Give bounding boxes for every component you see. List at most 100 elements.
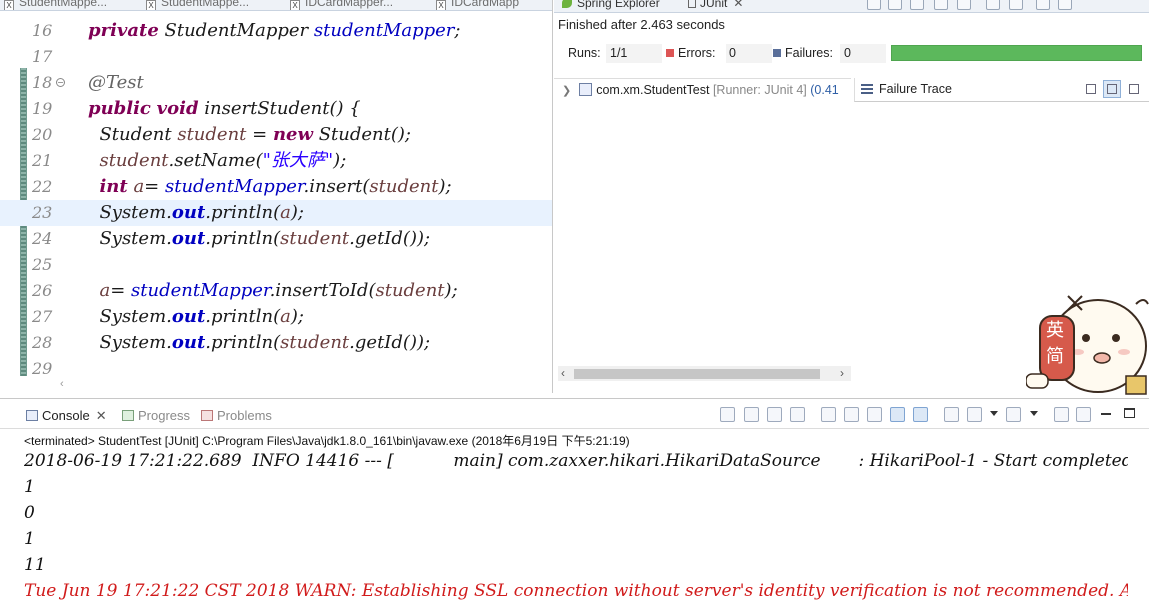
settings-icon[interactable]	[1076, 407, 1091, 422]
line-number: 28	[32, 333, 53, 352]
word-wrap-icon[interactable]	[867, 407, 882, 422]
console-output-line: 11	[24, 555, 46, 575]
code-line[interactable]: 23 System.out.println(a);	[0, 200, 552, 226]
code-token: =	[246, 124, 273, 145]
tab-junit[interactable]: JUnit ✕	[688, 0, 743, 10]
editor-tab-4[interactable]: X IDCardMapp	[436, 0, 519, 10]
test-tree[interactable]: ❯ com.xm.StudentTest [Runner: JUnit 4] (0…	[554, 78, 851, 368]
code-line[interactable]: 27 System.out.println(a);	[0, 304, 552, 330]
history-icon[interactable]	[1036, 0, 1050, 10]
tab-spring-explorer[interactable]: Spring Explorer	[562, 0, 660, 10]
show-on-stderr-icon[interactable]	[913, 407, 928, 422]
console-warning-line: Tue Jun 19 17:21:22 CST 2018 WARN: Estab…	[24, 581, 1133, 601]
editor-tab-2[interactable]: X StudentMappe...	[146, 0, 249, 10]
code-token: .getId());	[349, 228, 431, 249]
xml-file-icon: X	[436, 0, 446, 10]
failure-trace-label: Failure Trace	[879, 82, 952, 96]
code-token: );	[333, 150, 347, 171]
rerun-failed-icon[interactable]	[986, 0, 1000, 10]
junit-icon	[688, 0, 696, 8]
console-output-line: 1	[24, 529, 35, 549]
chevron-right-icon[interactable]: ❯	[562, 85, 571, 97]
close-icon[interactable]: ✕	[96, 408, 107, 423]
scroll-right-icon[interactable]: ›	[840, 366, 844, 380]
failures-only-icon[interactable]	[910, 0, 924, 10]
spring-leaf-icon	[562, 0, 572, 8]
remove-launch-icon[interactable]	[767, 407, 782, 422]
editor-horizontal-scrollbar[interactable]: ‹	[60, 378, 552, 392]
editor-tab-1[interactable]: X StudentMappe...	[4, 0, 107, 10]
code-line[interactable]: 21 student.setName("张大萨");	[0, 148, 552, 174]
stop-icon[interactable]	[1009, 0, 1023, 10]
scroll-lock-icon[interactable]	[934, 0, 948, 10]
console-view: Console ✕ Progress Problems <terminated> …	[0, 398, 1149, 602]
copy-icon[interactable]	[1054, 407, 1069, 422]
compare-result-icon[interactable]	[1082, 80, 1100, 98]
display-console-icon[interactable]	[967, 407, 982, 422]
code-token: studentMapper	[131, 280, 270, 301]
code-token: out	[171, 202, 206, 223]
relaunch-icon[interactable]	[720, 407, 735, 422]
code-token: studentMapper	[313, 20, 455, 41]
rerun-test-icon[interactable]	[957, 0, 971, 10]
scroll-lock-icon[interactable]	[844, 407, 859, 422]
copy-trace-icon[interactable]	[1125, 80, 1143, 98]
maximize-icon[interactable]	[1124, 408, 1135, 418]
open-console-icon[interactable]	[1006, 407, 1021, 422]
code-token: insertStudent() {	[198, 98, 361, 119]
code-line[interactable]: 22 int a= studentMapper.insert(student);	[0, 174, 552, 200]
test-tree-item[interactable]: ❯ com.xm.StudentTest [Runner: JUnit 4] (0…	[562, 83, 839, 97]
code-line[interactable]: 19 public void insertStudent() {	[0, 96, 552, 122]
previous-failure-icon[interactable]	[888, 0, 902, 10]
view-menu-icon[interactable]	[1058, 0, 1072, 10]
close-icon[interactable]: ✕	[733, 0, 743, 10]
console-vertical-scrollbar[interactable]	[1128, 447, 1149, 602]
code-line[interactable]: 17	[0, 44, 552, 70]
code-token: private	[88, 20, 159, 41]
show-on-stdout-icon[interactable]	[890, 407, 905, 422]
console-process-status: <terminated> StudentTest [JUnit] C:\Prog…	[24, 434, 630, 448]
code-line[interactable]: 18− @Test	[0, 70, 552, 96]
stack-trace-icon	[861, 84, 873, 94]
tab-progress[interactable]: Progress	[122, 408, 190, 423]
code-token: student	[369, 176, 439, 197]
code-line[interactable]: 26 a= studentMapper.insertToId(student);	[0, 278, 552, 304]
scroll-left-arrow-icon[interactable]: ‹	[60, 378, 64, 390]
failure-icon	[773, 49, 781, 57]
code-line[interactable]: 16 private StudentMapper studentMapper;	[0, 18, 552, 44]
next-failure-icon[interactable]	[867, 0, 881, 10]
junit-finished-message: Finished after 2.463 seconds	[558, 17, 725, 32]
junit-horizontal-scrollbar[interactable]: ‹ ›	[558, 366, 851, 381]
code-text: Student student = new Student();	[88, 122, 411, 148]
scroll-thumb[interactable]	[574, 369, 820, 379]
code-text: System.out.println(student.getId());	[88, 226, 430, 252]
fold-toggle-icon[interactable]: −	[56, 78, 65, 87]
open-console-dropdown-icon[interactable]	[1030, 411, 1038, 426]
code-line[interactable]: 24 System.out.println(student.getId());	[0, 226, 552, 252]
filter-stack-icon[interactable]	[1103, 80, 1121, 98]
pin-console-icon[interactable]	[944, 407, 959, 422]
xml-file-icon: X	[146, 0, 156, 10]
terminate-icon[interactable]	[744, 407, 759, 422]
code-token: student	[99, 150, 169, 171]
code-line[interactable]: 28 System.out.println(student.getId());	[0, 330, 552, 356]
ime-mascot[interactable]: 英 简	[1025, 286, 1149, 398]
code-token: );	[444, 280, 458, 301]
code-line[interactable]: 20 Student student = new Student();	[0, 122, 552, 148]
tab-problems[interactable]: Problems	[201, 408, 272, 423]
line-number: 19	[32, 99, 53, 118]
code-line[interactable]: 25	[0, 252, 552, 278]
display-console-dropdown-icon[interactable]	[990, 411, 998, 426]
clear-console-icon[interactable]	[821, 407, 836, 422]
tab-console[interactable]: Console ✕	[26, 408, 107, 424]
console-output-line: 0	[24, 503, 35, 523]
code-editor[interactable]: X StudentMappe... X StudentMappe... X IDCar…	[0, 0, 553, 393]
editor-tab-3[interactable]: X IDCardMapper...	[290, 0, 393, 10]
junit-progress-bar	[891, 45, 1142, 61]
line-number: 27	[32, 307, 53, 326]
minimize-icon[interactable]	[1101, 413, 1111, 415]
console-log-line: 2018-06-19 17:21:22.689 INFO 14416 --- […	[24, 451, 1139, 471]
remove-all-launches-icon[interactable]	[790, 407, 805, 422]
scroll-left-icon[interactable]: ‹	[561, 366, 565, 380]
